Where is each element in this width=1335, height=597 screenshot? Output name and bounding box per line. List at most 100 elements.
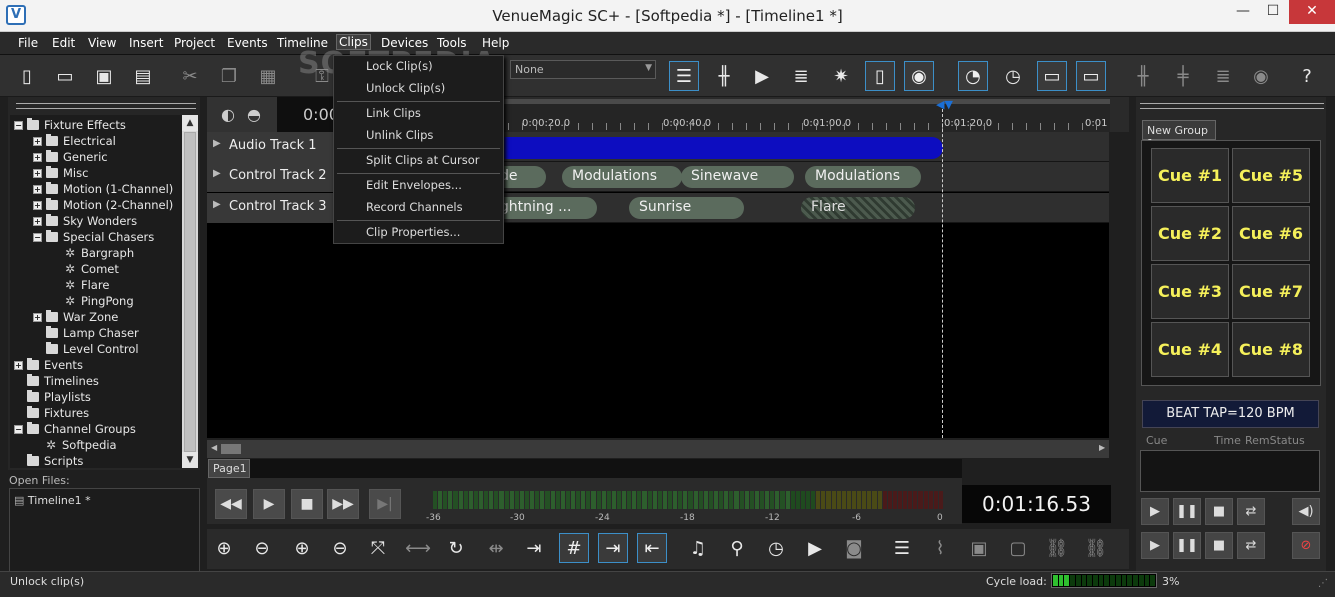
tree-item[interactable]: ✲ Softpedia [33,437,117,453]
menu-item-record-channels[interactable]: Record Channels [366,200,463,214]
menu-item-lock-clips[interactable]: Lock Clip(s) [366,59,433,73]
clip[interactable]: Sinewave [681,166,794,188]
tree-item[interactable]: ✲ Comet [52,261,119,277]
tree-item[interactable]: + Motion (2-Channel) [33,197,173,213]
stop-button[interactable]: ■ [291,489,323,519]
tree-item[interactable]: + War Zone [33,309,118,325]
tree-item[interactable]: Scripts [14,453,83,468]
cue-button-5[interactable]: Cue #5 [1232,148,1310,203]
graph-icon[interactable]: ⌇ [925,533,955,563]
cue-button-8[interactable]: Cue #8 [1232,322,1310,377]
fit-icon[interactable]: ⤧ [363,533,393,563]
paste-icon[interactable]: ▦ [253,61,283,91]
menu-item-unlock-clips[interactable]: Unlock Clip(s) [366,81,445,95]
playhead-marker-icon[interactable]: ◀▼ [936,98,953,111]
tree-item[interactable]: − Special Chasers [33,229,154,245]
save-all-icon[interactable]: ▤ [128,61,158,91]
select-tool-icon[interactable]: ◐ [221,105,235,124]
tree-item[interactable]: + Sky Wonders [33,213,137,229]
tree-item[interactable]: Playlists [14,389,91,405]
open-file-item[interactable]: ▤ Timeline1 * [14,494,91,507]
tree-item[interactable]: Fixtures [14,405,89,421]
cue-button-4[interactable]: Cue #4 [1151,322,1229,377]
cue-stop-all-button[interactable]: ■ [1205,532,1233,559]
mixer-icon[interactable]: ╫ [709,61,739,91]
cue-play-button[interactable]: ▶ [1141,498,1169,525]
tree-item[interactable]: + Electrical [33,133,116,149]
cut-icon[interactable]: ✂ [175,61,205,91]
resize-grip-icon[interactable]: ⋰ [1318,578,1328,589]
expand-toggle-icon[interactable]: + [33,184,42,194]
tree-item[interactable]: ✲ Flare [52,277,109,293]
tree-item[interactable]: ✲ PingPong [52,293,134,309]
chevron-down-icon[interactable]: ▼ [645,63,652,73]
hscroll-thumb[interactable] [221,444,241,454]
drum-disabled-icon[interactable]: ◉ [1246,61,1276,91]
mute-icon[interactable]: ⊘ [1292,532,1320,559]
tab-new-group-1[interactable]: New Group 1 [1142,120,1216,150]
cue-button-6[interactable]: Cue #6 [1232,206,1310,261]
panel-grip[interactable] [1140,103,1324,109]
expand-toggle-icon[interactable]: + [33,200,42,210]
clip-selected[interactable]: Flare [801,197,915,219]
speaker-icon[interactable]: ◀) [1292,498,1320,525]
tab-page1[interactable]: Page1 [208,459,250,478]
zoom-in-h-icon[interactable]: ⊕ [287,533,317,563]
clip[interactable]: Modulations [562,166,682,188]
menu-lines-icon[interactable]: ☰ [887,533,917,563]
script-disabled-icon[interactable]: ≣ [1208,61,1238,91]
expand-toggle-icon[interactable]: + [33,136,42,146]
move-icon[interactable]: ⇹ [481,533,511,563]
timeline-hscroll[interactable]: ◀ ▶ [207,440,1109,458]
gauge-icon[interactable]: ◔ [958,61,988,91]
cue-pause-all-button[interactable]: ❚❚ [1173,532,1201,559]
tree-item[interactable]: ✲ Bargraph [52,245,134,261]
drum-icon[interactable]: ◉ [904,61,934,91]
menu-view[interactable]: View [88,36,116,50]
new-file-icon[interactable]: ▯ [12,61,42,91]
link-icon[interactable]: ⛓ [1042,533,1072,563]
loop-icon[interactable]: ↻ [441,533,471,563]
expand-toggle-icon[interactable]: − [33,232,42,242]
lock-icon[interactable]: ▣ [964,533,994,563]
tree-item[interactable]: − Channel Groups [14,421,136,437]
tree-item[interactable]: Lamp Chaser [33,325,139,341]
clip[interactable]: Modulations [805,166,921,188]
scroll-down-icon[interactable]: ▼ [182,452,198,468]
minimize-button[interactable]: — [1227,0,1259,24]
menu-project[interactable]: Project [174,36,215,50]
audio-clip[interactable] [498,137,943,159]
expand-toggle-icon[interactable]: + [33,312,42,322]
zoom-out-h-icon[interactable]: ⊖ [325,533,355,563]
unlink-icon[interactable]: ⛓ [1081,533,1111,563]
expand-toggle-icon[interactable]: + [33,216,42,226]
list-view-icon[interactable]: ☰ [669,61,699,91]
monitor-out-icon[interactable]: ▭ [1076,61,1106,91]
snap-grid-icon[interactable]: # [559,533,589,563]
snap-clip-icon[interactable]: ⇥ [598,533,628,563]
playhead-line[interactable] [942,104,943,438]
channel-combo[interactable]: None ▼ [510,60,656,79]
scroll-right-icon[interactable]: ▶ [1099,443,1105,452]
monitor-icon[interactable]: ▭ [1037,61,1067,91]
effects-icon[interactable]: ✷ [826,61,856,91]
tree-item[interactable]: − Fixture Effects [14,117,126,133]
tree-item[interactable]: + Motion (1-Channel) [33,181,173,197]
beat-tap-button[interactable]: BEAT TAP=120 BPM [1142,400,1319,428]
maximize-button[interactable]: ☐ [1257,0,1289,24]
panel-grip[interactable] [16,103,196,109]
zoom-in-icon[interactable]: ⊕ [209,533,239,563]
dmx-add-icon[interactable]: ⚲ [722,533,752,563]
end-button[interactable]: ▶| [369,489,401,519]
close-button[interactable]: ✕ [1289,0,1335,24]
tree-item[interactable]: Timelines [14,373,99,389]
expand-toggle-icon[interactable]: − [14,424,23,434]
menu-events[interactable]: Events [227,36,268,50]
snap-marker-icon[interactable]: ⇤ [637,533,667,563]
video-add-icon[interactable]: ▶ [800,533,830,563]
tree-item[interactable]: + Events [14,357,83,373]
cue-button-2[interactable]: Cue #2 [1151,206,1229,261]
tree-scroll-thumb[interactable] [184,132,196,452]
clip[interactable]: ightning ... [490,197,597,219]
cue-list[interactable] [1140,450,1320,492]
